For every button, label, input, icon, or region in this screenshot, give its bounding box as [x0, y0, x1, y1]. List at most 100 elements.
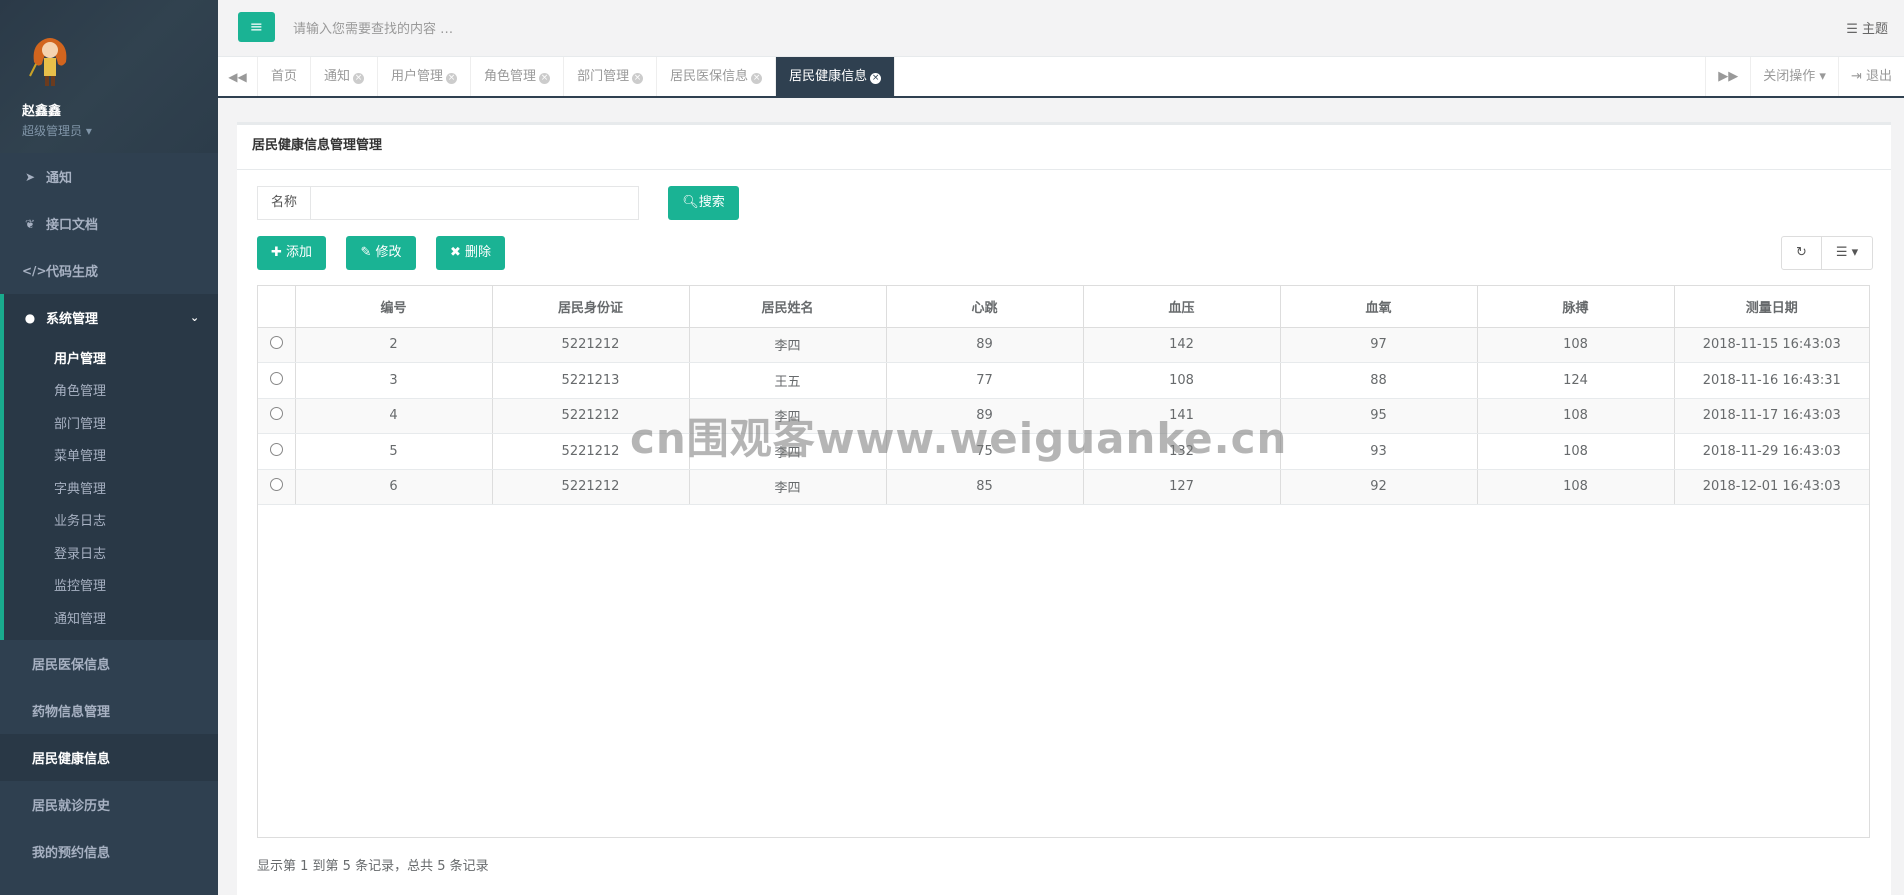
user-role-label: 超级管理员: [22, 124, 83, 138]
table-cell: 5221212: [492, 469, 690, 505]
nav-item-health-info[interactable]: 居民健康信息: [0, 733, 218, 781]
column-header[interactable]: 编号: [295, 286, 493, 328]
caret-down-icon: ▾: [1819, 69, 1826, 84]
close-icon[interactable]: ×: [870, 73, 882, 84]
tab-dept-mgmt[interactable]: 部门管理 ×: [564, 57, 658, 96]
table-cell: 142: [1083, 327, 1281, 363]
table-cell: 108: [1477, 469, 1675, 505]
subnav-item-menu-mgmt[interactable]: 菜单管理: [4, 439, 218, 472]
column-header[interactable]: 测量日期: [1674, 286, 1869, 328]
tabs-scroll-right-button[interactable]: ▶▶: [1705, 57, 1750, 96]
table-cell: 77: [886, 362, 1084, 399]
column-header[interactable]: 脉搏: [1477, 286, 1675, 328]
avatar[interactable]: [22, 28, 78, 92]
nav-item-insurance[interactable]: 居民医保信息: [0, 640, 218, 687]
table-cell: 5221213: [492, 362, 690, 399]
content-panel: 居民健康信息管理管理 名称 🔍︎搜索 ✚ 添加 ✎ 修改 ✖ 删除 ↻ ☰ ▾ …: [237, 122, 1891, 895]
sidebar: 赵鑫鑫 超级管理员 ▾ ➤ 通知 ❦ 接口文档 </> 代码生成 ● 系统管理 …: [0, 0, 218, 895]
tab-home[interactable]: 首页: [258, 57, 312, 96]
nav-group-system[interactable]: ● 系统管理 ⌄: [0, 294, 218, 341]
nav-item-label: 通知: [46, 171, 73, 186]
close-icon[interactable]: ×: [446, 73, 458, 84]
edit-button-label: 修改: [375, 245, 402, 260]
delete-button[interactable]: ✖ 删除: [436, 236, 505, 270]
logout-button[interactable]: ⇥ 退出: [1837, 57, 1904, 96]
row-radio[interactable]: [269, 442, 283, 456]
search-icon: 🔍︎: [682, 195, 699, 210]
subnav-item-dept-mgmt[interactable]: 部门管理: [4, 406, 218, 439]
close-icon[interactable]: ×: [632, 73, 644, 84]
tab-insurance[interactable]: 居民医保信息 ×: [657, 57, 777, 96]
subnav-item-user-mgmt[interactable]: 用户管理: [4, 341, 218, 374]
nav-item-drug-info[interactable]: 药物信息管理: [0, 687, 218, 734]
table-cell: 2: [295, 327, 493, 363]
column-header[interactable]: 居民姓名: [689, 286, 887, 328]
column-header[interactable]: 血压: [1083, 286, 1281, 328]
table-cell: 124: [1477, 362, 1675, 399]
subnav-item-login-log[interactable]: 登录日志: [4, 536, 218, 569]
nav-item-api-docs[interactable]: ❦ 接口文档: [0, 200, 218, 247]
table-row[interactable]: 2 5221212 李四 89 142 97 108 2018-11-15 16…: [258, 327, 1869, 363]
edit-button[interactable]: ✎ 修改: [346, 236, 416, 270]
search-button[interactable]: 🔍︎搜索: [668, 186, 739, 220]
subnav-item-dict-mgmt[interactable]: 字典管理: [4, 471, 218, 504]
subnav-item-notice-mgmt[interactable]: 通知管理: [4, 601, 218, 634]
table-cell: 97: [1280, 327, 1478, 363]
code-icon: </>: [22, 263, 47, 278]
list-icon: ☰: [1835, 245, 1848, 260]
row-radio[interactable]: [269, 336, 283, 350]
tab-label: 居民医保信息: [670, 69, 749, 84]
column-header[interactable]: 血氧: [1280, 286, 1478, 328]
table-row[interactable]: 6 5221212 李四 85 127 92 108 2018-12-01 16…: [258, 469, 1869, 505]
tab-user-mgmt[interactable]: 用户管理 ×: [378, 57, 472, 96]
table-cell: 2018-12-01 16:43:03: [1674, 469, 1869, 505]
nav-item-visit-history[interactable]: 居民就诊历史: [0, 781, 218, 828]
user-role-dropdown[interactable]: 超级管理员 ▾: [22, 122, 218, 139]
nav-item-code-gen[interactable]: </> 代码生成: [0, 247, 218, 294]
table-cell: 93: [1280, 433, 1478, 470]
tab-role-mgmt[interactable]: 角色管理 ×: [471, 57, 565, 96]
row-select-cell: [258, 327, 296, 363]
theme-button[interactable]: ☰ 主题: [1846, 18, 1888, 37]
close-icon[interactable]: ×: [751, 73, 763, 84]
close-icon[interactable]: ×: [353, 73, 365, 84]
global-search-input[interactable]: 请输入您需要查找的内容 …: [293, 18, 453, 37]
table-cell: 李四: [689, 327, 887, 363]
nav-group-label: 系统管理: [46, 312, 99, 327]
tab-health-info[interactable]: 居民健康信息 ×: [776, 57, 896, 96]
row-radio[interactable]: [269, 478, 283, 492]
subnav-item-role-mgmt[interactable]: 角色管理: [4, 374, 218, 407]
close-icon[interactable]: ×: [539, 73, 551, 84]
close-ops-dropdown[interactable]: 关闭操作 ▾: [1750, 57, 1838, 96]
row-radio[interactable]: [269, 407, 283, 421]
tabs-scroll-left-button[interactable]: ◀◀: [218, 57, 258, 96]
row-select-cell: [258, 362, 296, 399]
table-cell: 88: [1280, 362, 1478, 399]
add-button[interactable]: ✚ 添加: [257, 236, 326, 270]
nav-item-notice[interactable]: ➤ 通知: [0, 153, 218, 200]
times-icon: ✖: [449, 245, 461, 260]
table-header-row: 编号 居民身份证 居民姓名 心跳 血压 血氧 脉搏 测量日期: [258, 286, 1869, 328]
nav-item-label: 代码生成: [46, 265, 99, 280]
edit-icon: ✎: [360, 245, 372, 260]
row-radio[interactable]: [269, 371, 283, 385]
nav-item-my-appointments[interactable]: 我的预约信息: [0, 828, 218, 875]
leaf-icon: ❦: [24, 216, 36, 231]
tab-label: 角色管理: [484, 69, 537, 84]
table-cell: 108: [1477, 327, 1675, 363]
refresh-button[interactable]: ↻: [1782, 237, 1821, 269]
columns-toggle-button[interactable]: ☰ ▾: [1821, 237, 1872, 269]
column-header[interactable]: 居民身份证: [492, 286, 690, 328]
table-cell: 5221212: [492, 327, 690, 363]
column-header[interactable]: 心跳: [886, 286, 1084, 328]
table-cell: 6: [295, 469, 493, 505]
subnav-item-monitor[interactable]: 监控管理: [4, 569, 218, 602]
table-cell: 108: [1083, 362, 1281, 399]
tab-notice[interactable]: 通知 ×: [311, 57, 379, 96]
menu-toggle-button[interactable]: ≡: [238, 12, 275, 42]
user-icon: ●: [24, 310, 36, 325]
profile-area: 赵鑫鑫 超级管理员 ▾: [0, 0, 218, 153]
subnav-item-biz-log[interactable]: 业务日志: [4, 504, 218, 537]
table-row[interactable]: 3 5221213 王五 77 108 88 124 2018-11-16 16…: [258, 362, 1869, 399]
name-search-input[interactable]: [311, 186, 639, 220]
